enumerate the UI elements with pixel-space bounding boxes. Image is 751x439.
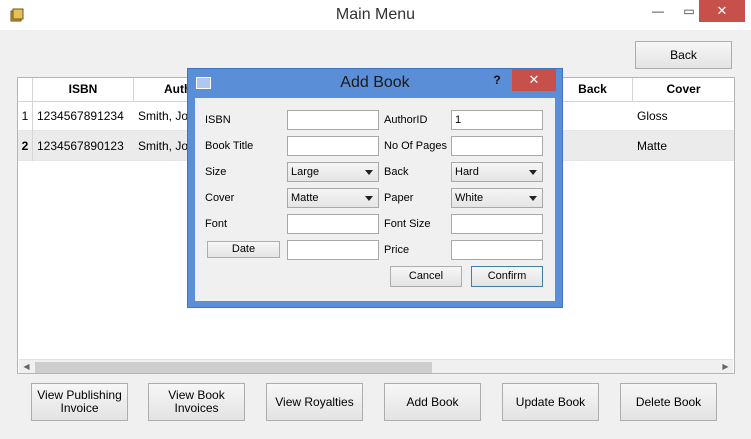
row-number: 1 bbox=[18, 101, 33, 131]
view-publishing-invoice-button[interactable]: View Publishing Invoice bbox=[31, 383, 128, 421]
paper-label: Paper bbox=[384, 192, 414, 204]
paper-select-value: White bbox=[455, 192, 484, 204]
paper-select[interactable]: White bbox=[451, 188, 543, 208]
update-book-button[interactable]: Update Book bbox=[502, 383, 599, 421]
dialog-close-button[interactable]: ✕ bbox=[512, 69, 556, 91]
size-select[interactable]: Large bbox=[287, 162, 379, 182]
cover-label: Cover bbox=[205, 192, 235, 204]
column-header-author[interactable]: Auth bbox=[134, 78, 194, 101]
dialog-body: ISBN Book Title Size Large Cover Matte F… bbox=[195, 98, 555, 301]
no-of-pages-input[interactable] bbox=[451, 136, 543, 156]
add-book-button[interactable]: Add Book bbox=[384, 383, 481, 421]
author-id-label: AuthorID bbox=[384, 114, 428, 126]
title-bar: Main Menu — ▭ ✕ bbox=[0, 0, 751, 30]
confirm-button[interactable]: Confirm bbox=[471, 266, 543, 287]
row-number: 2 bbox=[18, 131, 33, 161]
isbn-label: ISBN bbox=[205, 114, 231, 126]
scroll-right-icon[interactable]: ▶ bbox=[718, 360, 733, 373]
column-header-cover[interactable]: Cover bbox=[633, 78, 734, 101]
view-royalties-button[interactable]: View Royalties bbox=[266, 383, 363, 421]
cell-isbn[interactable]: 1234567891234 bbox=[33, 101, 134, 131]
cell-author[interactable]: Smith, Joh bbox=[134, 101, 194, 131]
scrollbar-thumb[interactable] bbox=[35, 362, 432, 373]
cell-author[interactable]: Smith, Joh bbox=[134, 131, 194, 161]
delete-book-button[interactable]: Delete Book bbox=[620, 383, 717, 421]
font-label: Font bbox=[205, 218, 228, 230]
add-book-dialog: Add Book ? ✕ ISBN Book Title Size Large … bbox=[187, 68, 563, 308]
price-input[interactable] bbox=[451, 240, 543, 260]
window-title: Main Menu bbox=[335, 6, 416, 23]
back-select-value: Hard bbox=[455, 166, 479, 178]
horizontal-scrollbar[interactable]: ◀ ▶ bbox=[19, 359, 733, 373]
no-of-pages-label: No Of Pages bbox=[384, 140, 447, 152]
date-button[interactable]: Date bbox=[207, 241, 280, 258]
author-id-input[interactable]: 1 bbox=[451, 110, 543, 130]
back-button[interactable]: Back bbox=[635, 41, 732, 69]
cover-select[interactable]: Matte bbox=[287, 188, 379, 208]
cover-select-value: Matte bbox=[291, 192, 319, 204]
cell-cover[interactable]: Matte bbox=[633, 131, 734, 161]
isbn-input[interactable] bbox=[287, 110, 379, 130]
dialog-title-bar: Add Book ? ✕ bbox=[188, 69, 562, 97]
font-size-label: Font Size bbox=[384, 218, 431, 230]
column-header-isbn[interactable]: ISBN bbox=[33, 78, 134, 101]
date-input[interactable] bbox=[287, 240, 379, 260]
font-input[interactable] bbox=[287, 214, 379, 234]
cell-isbn[interactable]: 1234567890123 bbox=[33, 131, 134, 161]
book-title-label: Book Title bbox=[205, 140, 254, 152]
book-title-input[interactable] bbox=[287, 136, 379, 156]
size-label: Size bbox=[205, 166, 227, 178]
size-select-value: Large bbox=[291, 166, 320, 178]
scroll-left-icon[interactable]: ◀ bbox=[19, 360, 34, 373]
font-size-input[interactable] bbox=[451, 214, 543, 234]
chevron-down-icon bbox=[529, 170, 537, 175]
close-button[interactable]: ✕ bbox=[699, 0, 745, 22]
price-label: Price bbox=[384, 244, 410, 256]
view-book-invoices-button[interactable]: View Book Invoices bbox=[148, 383, 245, 421]
dialog-title: Add Book bbox=[340, 74, 410, 91]
cell-cover[interactable]: Gloss bbox=[633, 101, 734, 131]
column-header-back[interactable]: Back bbox=[553, 78, 633, 101]
minimize-button[interactable]: — bbox=[640, 0, 676, 22]
chevron-down-icon bbox=[529, 196, 537, 201]
corner-header bbox=[18, 78, 33, 101]
back-select[interactable]: Hard bbox=[451, 162, 543, 182]
cancel-button[interactable]: Cancel bbox=[390, 266, 462, 287]
chevron-down-icon bbox=[365, 196, 373, 201]
chevron-down-icon bbox=[365, 170, 373, 175]
back-label: Back bbox=[384, 166, 409, 178]
help-button[interactable]: ? bbox=[490, 71, 504, 89]
